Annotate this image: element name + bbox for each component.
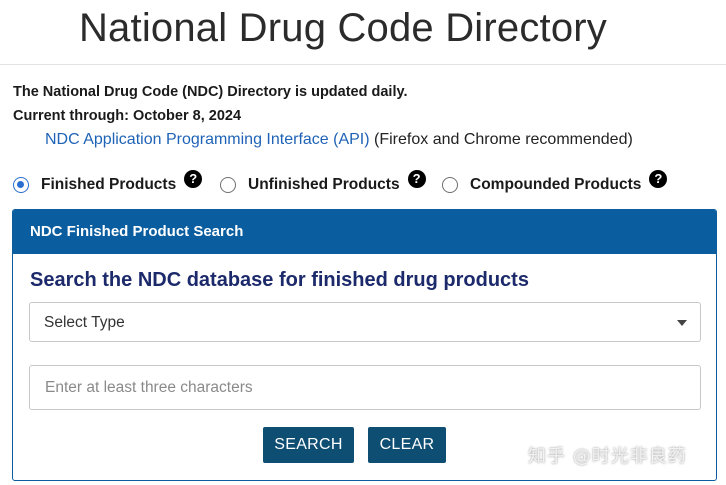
panel-heading: Search the NDC database for finished dru…	[30, 269, 529, 291]
current-through-date: Current through: October 8, 2024	[13, 108, 242, 124]
panel-header: NDC Finished Product Search	[13, 210, 716, 254]
radio-compounded-circle[interactable]	[442, 177, 458, 193]
radio-unfinished-products[interactable]: Unfinished Products ?	[220, 170, 426, 194]
select-type-dropdown[interactable]: Select Type	[29, 302, 701, 342]
search-input[interactable]	[29, 365, 701, 410]
title-divider	[0, 64, 726, 65]
radio-unfinished-label[interactable]: Unfinished Products	[248, 176, 400, 194]
radio-finished-products[interactable]: Finished Products ?	[13, 170, 203, 194]
radio-compounded-products[interactable]: Compounded Products ?	[442, 170, 668, 194]
clear-button[interactable]: CLEAR	[368, 427, 446, 463]
radio-unfinished-circle[interactable]	[220, 177, 236, 193]
page-title: National Drug Code Directory	[78, 6, 608, 50]
chevron-down-icon	[677, 320, 687, 326]
finished-help-icon[interactable]: ?	[184, 170, 203, 188]
finished-product-search-panel: NDC Finished Product Search Search the N…	[12, 209, 717, 481]
api-browser-note: (Firefox and Chrome recommended)	[369, 131, 633, 148]
unfinished-help-icon[interactable]: ?	[407, 170, 426, 188]
watermark: 知乎 @时光非良药	[528, 446, 687, 467]
api-link[interactable]: NDC Application Programming Interface (A…	[45, 131, 370, 148]
select-type-value: Select Type	[44, 314, 125, 331]
api-row: NDC Application Programming Interface (A…	[45, 131, 633, 149]
compounded-help-icon[interactable]: ?	[649, 170, 668, 188]
radio-finished-circle[interactable]	[13, 177, 29, 193]
search-button[interactable]: SEARCH	[263, 427, 354, 463]
product-type-radio-group: Finished Products ? Unfinished Products …	[13, 170, 713, 198]
radio-compounded-label[interactable]: Compounded Products	[470, 176, 641, 194]
update-notice: The National Drug Code (NDC) Directory i…	[13, 84, 408, 100]
radio-finished-label[interactable]: Finished Products	[41, 176, 176, 194]
